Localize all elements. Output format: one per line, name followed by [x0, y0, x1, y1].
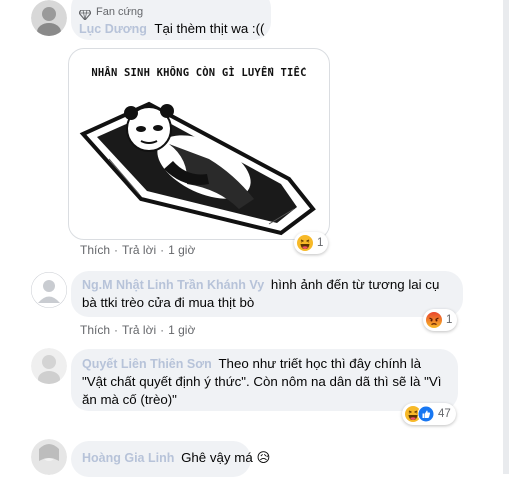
- comment-bubble: Ng.M Nhật Linh Trần Khánh Vy hình ảnh đế…: [71, 271, 463, 317]
- like-link[interactable]: Thích: [80, 323, 110, 337]
- comment-text: Tại thèm thịt wa :((: [154, 21, 265, 36]
- haha-icon: [297, 235, 313, 251]
- reply-link[interactable]: Trả lời: [122, 323, 156, 337]
- avatar[interactable]: [31, 0, 67, 36]
- author-name[interactable]: Ng.M Nhật Linh Trần Khánh Vy: [82, 278, 264, 292]
- timestamp[interactable]: 1 giờ: [168, 243, 195, 257]
- author-name[interactable]: Lục Dương: [79, 22, 147, 36]
- reaction-badge[interactable]: 1: [294, 232, 329, 254]
- comment-text: Ghê vậy má 😥: [181, 450, 271, 465]
- scrollbar-track: [503, 0, 509, 474]
- reaction-badge[interactable]: 47: [402, 403, 456, 425]
- diamond-icon: [78, 7, 92, 21]
- panda-coffin-drawing: [79, 101, 316, 236]
- like-icon: [417, 405, 435, 423]
- fan-badge: Fan cứng: [96, 6, 144, 18]
- reply-link[interactable]: Trả lời: [122, 243, 156, 257]
- angry-icon: [426, 312, 442, 328]
- reaction-badge[interactable]: 1: [423, 309, 458, 331]
- timestamp[interactable]: 1 giờ: [168, 323, 195, 337]
- author-name[interactable]: Quyết Liên Thiên Sơn: [82, 357, 212, 371]
- avatar[interactable]: [31, 272, 67, 308]
- comment-bubble: Fan cứng Lục Dương Tại thèm thịt wa :((: [71, 0, 271, 40]
- author-name[interactable]: Hoàng Gia Linh: [82, 451, 174, 465]
- reaction-count: 1: [317, 237, 324, 249]
- comment-bubble: Hoàng Gia Linh Ghê vậy má 😥: [71, 441, 270, 477]
- comment-meta: Thích · Trả lời · 1 giờ: [80, 323, 196, 337]
- avatar[interactable]: [31, 348, 67, 384]
- comment-bubble: Quyết Liên Thiên Sơn Theo như triết học …: [71, 349, 458, 411]
- reaction-count: 1: [446, 314, 453, 326]
- reaction-count: 47: [438, 408, 451, 420]
- comment-meta: Thích · Trả lời · 1 giờ: [80, 243, 196, 257]
- avatar[interactable]: [31, 439, 67, 475]
- comment-image[interactable]: NHÂN SINH KHÔNG CÒN GÌ LUYẾN TIẾC: [68, 48, 330, 240]
- like-link[interactable]: Thích: [80, 243, 110, 257]
